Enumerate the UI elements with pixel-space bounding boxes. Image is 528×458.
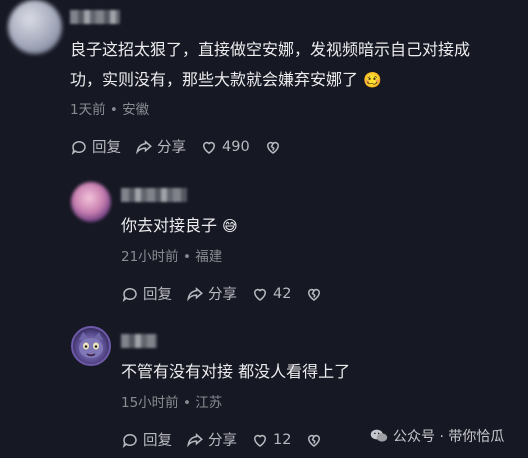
reply-button[interactable]: 回复: [70, 136, 121, 157]
share-icon: [187, 432, 203, 447]
username[interactable]: [121, 188, 187, 202]
dislike-button[interactable]: [264, 138, 282, 156]
share-label: 分享: [208, 287, 237, 303]
like-count: 42: [273, 285, 292, 302]
like-button[interactable]: 490: [200, 138, 250, 156]
reply-icon: [71, 140, 86, 155]
watermark-text: 公众号 · 带你恰瓜: [393, 429, 505, 445]
comment-meta: 1天前 • 安徽: [70, 98, 149, 118]
timestamp: 1天前: [70, 102, 106, 118]
comment-text-line-1: 良子这招太狠了，直接做空安娜，发视频暗示自己对接成: [70, 40, 471, 59]
reply-button[interactable]: 回复: [121, 283, 172, 304]
comment-text: 不管有没有对接 都没人看得上了: [121, 362, 351, 381]
share-icon: [136, 139, 152, 154]
share-icon: [187, 286, 203, 301]
comment-text: 你去对接良子 😅: [121, 212, 238, 240]
reply-icon: [122, 433, 137, 448]
reply-label: 回复: [143, 433, 172, 449]
dislike-button[interactable]: [305, 285, 323, 303]
dislike-button[interactable]: [305, 431, 323, 449]
like-button[interactable]: 12: [251, 431, 291, 449]
share-button[interactable]: 分享: [186, 283, 237, 304]
like-count: 12: [273, 431, 292, 448]
comment-meta: 21小时前 • 福建: [121, 245, 222, 265]
cartoon-cat-icon: [79, 332, 103, 358]
comment-actions: 回复 分享 42: [121, 283, 337, 304]
comment-text-line-2: 功，实则没有，那些大款就会嫌弃安娜了 🥴: [70, 66, 382, 94]
heart-icon: [253, 434, 267, 447]
share-label: 分享: [208, 433, 237, 449]
separator: •: [109, 102, 118, 118]
location: 江苏: [195, 395, 223, 411]
share-label: 分享: [157, 140, 186, 156]
reply-label: 回复: [92, 140, 121, 156]
wechat-official-account-watermark: 公众号 · 带你恰瓜: [370, 426, 504, 446]
reply-icon: [122, 287, 137, 302]
share-button[interactable]: 分享: [186, 429, 237, 450]
avatar[interactable]: [8, 0, 62, 54]
avatar[interactable]: [71, 326, 111, 366]
comment-2: 你去对接良子 😅 21小时前 • 福建 回复 分享 42: [0, 170, 528, 310]
separator: •: [182, 395, 191, 411]
share-button[interactable]: 分享: [135, 136, 186, 157]
comment-text: 功，实则没有，那些大款就会嫌弃安娜了: [70, 70, 359, 89]
woozy-face-emoji: 🥴: [363, 71, 382, 89]
heart-icon: [253, 288, 267, 301]
reply-label: 回复: [143, 287, 172, 303]
avatar[interactable]: [71, 182, 111, 222]
heart-icon: [202, 141, 216, 154]
like-button[interactable]: 42: [251, 285, 291, 303]
grinning-sweat-emoji: 😅: [222, 217, 238, 235]
username[interactable]: [121, 334, 157, 348]
comment-text-body: 你去对接良子: [121, 216, 218, 235]
broken-heart-icon: [308, 434, 321, 447]
timestamp: 15小时前: [121, 395, 179, 411]
location: 福建: [195, 249, 223, 265]
timestamp: 21小时前: [121, 249, 179, 265]
comment-actions: 回复 分享 490: [70, 136, 296, 157]
location: 安徽: [122, 102, 150, 118]
comment-1: 良子这招太狠了，直接做空安娜，发视频暗示自己对接成 功，实则没有，那些大款就会嫌…: [0, 0, 528, 160]
like-count: 490: [222, 138, 250, 155]
broken-heart-icon: [266, 141, 279, 154]
broken-heart-icon: [308, 288, 321, 301]
separator: •: [182, 249, 191, 265]
reply-button[interactable]: 回复: [121, 429, 172, 450]
username[interactable]: [70, 10, 120, 24]
comment-meta: 15小时前 • 江苏: [121, 391, 222, 411]
comment-actions: 回复 分享 12: [121, 429, 337, 450]
wechat-icon: [370, 429, 388, 442]
